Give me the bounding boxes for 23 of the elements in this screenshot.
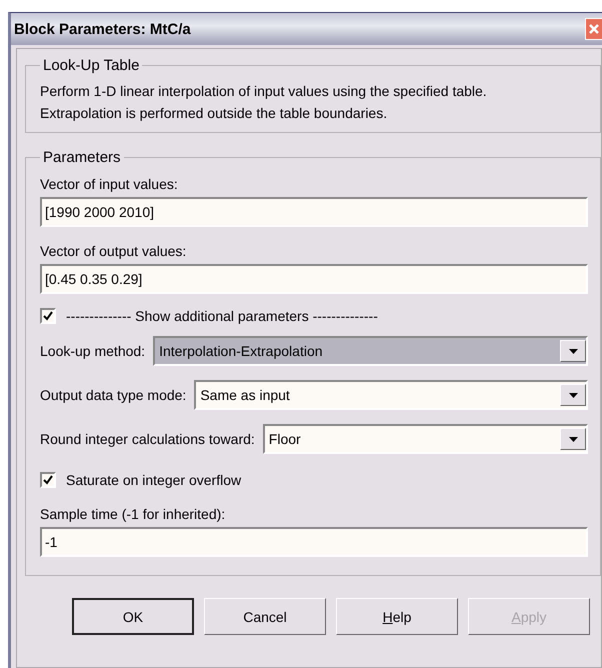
checkbox-label: Saturate on integer overflow [66,472,242,488]
description-text: Perform 1-D linear interpolation of input values using the specified table. Extrapolation is performed outside the table boundaries. [40,82,488,123]
checkbox[interactable] [40,308,56,324]
dialog-button[interactable]: OK [72,598,194,635]
dialog-button[interactable]: Help [336,598,458,635]
group-title: Parameters [42,149,122,166]
input-field[interactable]: [1990 2000 2010] [40,197,588,227]
field-label: Look-up method: [40,343,146,359]
dropdown[interactable]: Floor [262,424,588,454]
checkbox-label: -------------- Show additional parameters -------------- [66,308,378,324]
checkbox[interactable] [40,472,56,488]
field-label: Vector of input values: [40,175,179,194]
dialog-button[interactable]: Cancel [204,598,326,635]
close-icon[interactable] [585,18,602,40]
input-field[interactable]: [0.45 0.35 0.29] [40,264,588,294]
field-label: Vector of output values: [40,242,188,261]
group-title: Look-Up Table [42,57,140,74]
dropdown[interactable]: Same as input [194,380,588,410]
field-label: Sample time (-1 for inherited): [40,505,226,524]
input-field[interactable]: -1 [40,527,588,557]
field-label: Output data type mode: [40,387,186,403]
window-title: Block Parameters: MtC/a [14,20,191,38]
field-label: Round integer calculations toward: [40,431,255,447]
